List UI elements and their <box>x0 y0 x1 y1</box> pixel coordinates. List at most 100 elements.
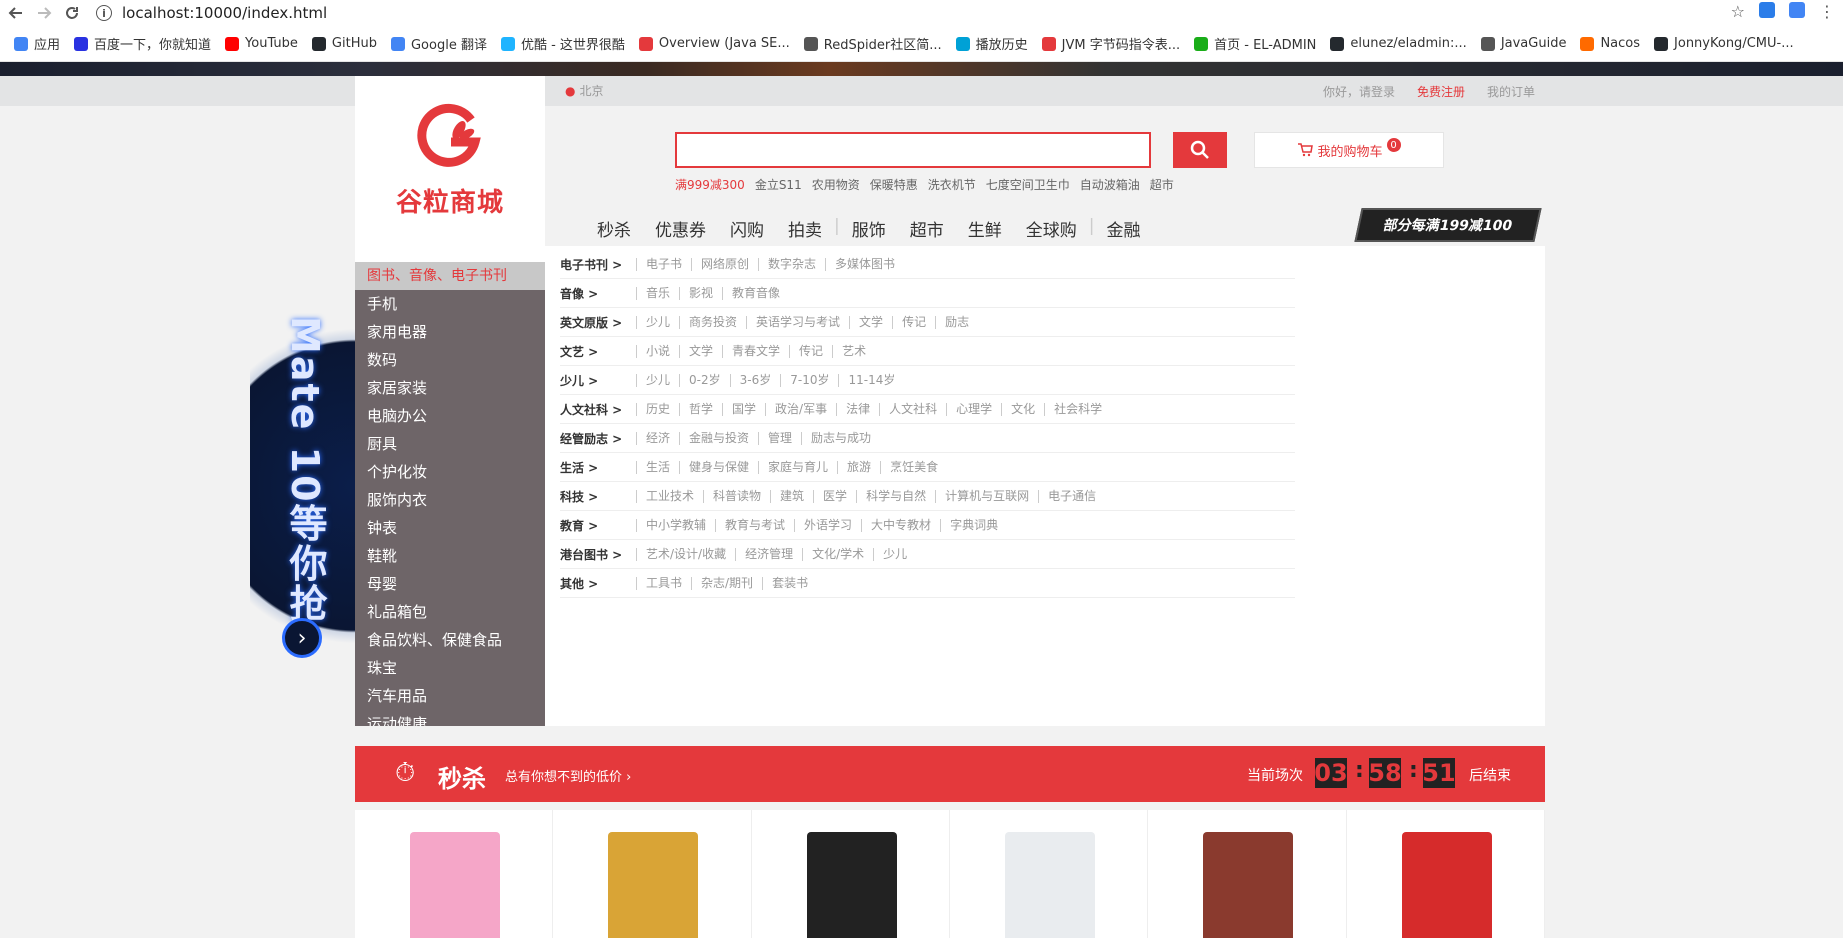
subcategory-link[interactable]: 健身与保健 <box>679 460 758 474</box>
subcategory-link[interactable]: 计算机与互联网 <box>935 489 1038 503</box>
subcategory-link[interactable]: 艺术 <box>832 344 875 358</box>
main-nav-item[interactable]: 全球购 <box>1014 216 1089 241</box>
subcategory-link[interactable]: 人文社科 <box>879 402 946 416</box>
subcategory-title[interactable]: 文艺 > <box>560 343 636 360</box>
subcategory-link[interactable]: 杂志/期刊 <box>691 576 762 590</box>
main-nav-item[interactable]: 超市 <box>898 216 956 241</box>
product-card[interactable] <box>553 810 752 938</box>
bookmark-item[interactable]: 播放历史 <box>955 34 1028 53</box>
extension-icon[interactable] <box>1759 2 1775 18</box>
bookmark-item[interactable]: JonnyKong/CMU-... <box>1654 36 1794 51</box>
subcategory-link[interactable]: 文学 <box>679 344 722 358</box>
reload-button[interactable] <box>60 1 84 25</box>
subcategory-link[interactable]: 心理学 <box>946 402 1001 416</box>
subcategory-link[interactable]: 多媒体图书 <box>825 257 904 271</box>
bookmark-item[interactable]: RedSpider社区简... <box>803 34 942 53</box>
login-link[interactable]: 你好，请登录 <box>1323 83 1395 100</box>
category-item[interactable]: 图书、音像、电子书刊 <box>355 262 545 290</box>
star-icon[interactable]: ☆ <box>1731 2 1745 21</box>
main-nav-item[interactable]: 闪购 <box>718 216 776 241</box>
subcategory-link[interactable]: 影视 <box>679 286 722 300</box>
category-item[interactable]: 家居家装 <box>355 374 545 402</box>
hotword-link[interactable]: 自动波箱油 <box>1080 176 1140 193</box>
translate-icon[interactable] <box>1789 2 1805 18</box>
promo-badge[interactable]: 部分每满199减100 <box>1354 208 1542 242</box>
main-nav-item[interactable]: 生鲜 <box>956 216 1014 241</box>
subcategory-link[interactable]: 经济管理 <box>735 547 802 561</box>
subcategory-link[interactable]: 中小学教辅 <box>636 518 715 532</box>
category-item[interactable]: 电脑办公 <box>355 402 545 430</box>
subcategory-link[interactable]: 数字杂志 <box>758 257 825 271</box>
bookmark-item[interactable]: elunez/eladmin:... <box>1330 36 1467 51</box>
forward-button[interactable] <box>32 1 56 25</box>
subcategory-title[interactable]: 英文原版 > <box>560 314 636 331</box>
subcategory-title[interactable]: 科技 > <box>560 488 636 505</box>
search-input[interactable] <box>675 132 1151 168</box>
subcategory-link[interactable]: 生活 <box>636 460 679 474</box>
category-item[interactable]: 珠宝 <box>355 654 545 682</box>
hotword-link[interactable]: 金立S11 <box>755 176 802 193</box>
subcategory-title[interactable]: 电子书刊 > <box>560 256 636 273</box>
subcategory-title[interactable]: 其他 > <box>560 575 636 592</box>
subcategory-link[interactable]: 音乐 <box>636 286 679 300</box>
subcategory-link[interactable]: 法律 <box>836 402 879 416</box>
subcategory-link[interactable]: 社会科学 <box>1044 402 1111 416</box>
subcategory-link[interactable]: 英语学习与考试 <box>746 315 849 329</box>
subcategory-link[interactable]: 网络原创 <box>691 257 758 271</box>
subcategory-link[interactable]: 字典词典 <box>940 518 1007 532</box>
subcategory-link[interactable]: 电子书 <box>636 257 691 271</box>
subcategory-link[interactable]: 家庭与育儿 <box>758 460 837 474</box>
subcategory-link[interactable]: 医学 <box>813 489 856 503</box>
subcategory-link[interactable]: 烹饪美食 <box>880 460 947 474</box>
subcategory-link[interactable]: 文化/学术 <box>802 547 873 561</box>
hotword-link[interactable]: 农用物资 <box>812 176 860 193</box>
subcategory-link[interactable]: 艺术/设计/收藏 <box>636 547 735 561</box>
subcategory-link[interactable]: 青春文学 <box>722 344 789 358</box>
subcategory-link[interactable]: 建筑 <box>770 489 813 503</box>
subcategory-link[interactable]: 文学 <box>849 315 892 329</box>
category-item[interactable]: 汽车用品 <box>355 682 545 710</box>
subcategory-link[interactable]: 教育与考试 <box>715 518 794 532</box>
main-nav-item[interactable]: 拍卖 <box>776 216 834 241</box>
bookmark-item[interactable]: YouTube <box>225 36 298 51</box>
subcategory-link[interactable]: 7-10岁 <box>780 373 838 387</box>
category-item[interactable]: 手机 <box>355 290 545 318</box>
category-item[interactable]: 运动健康 <box>355 710 545 726</box>
bookmark-item[interactable]: 优酷 - 这世界很酷 <box>500 34 625 53</box>
subcategory-title[interactable]: 生活 > <box>560 459 636 476</box>
product-card[interactable] <box>1347 810 1545 938</box>
product-card[interactable] <box>355 810 554 938</box>
subcategory-link[interactable]: 商务投资 <box>679 315 746 329</box>
seckill-subtitle[interactable]: 总有你想不到的低价 › <box>505 766 631 785</box>
category-item[interactable]: 食品饮料、保健食品 <box>355 626 545 654</box>
back-button[interactable] <box>4 1 28 25</box>
subcategory-link[interactable]: 电子通信 <box>1038 489 1105 503</box>
bookmark-item[interactable]: Google 翻译 <box>390 34 487 53</box>
subcategory-link[interactable]: 工业技术 <box>636 489 703 503</box>
subcategory-link[interactable]: 0-2岁 <box>679 373 730 387</box>
subcategory-link[interactable]: 政治/军事 <box>765 402 836 416</box>
subcategory-link[interactable]: 管理 <box>758 431 801 445</box>
category-item[interactable]: 厨具 <box>355 430 545 458</box>
hotword-link[interactable]: 七度空间卫生巾 <box>986 176 1070 193</box>
category-item[interactable]: 个护化妆 <box>355 458 545 486</box>
bookmark-item[interactable]: JVM 字节码指令表... <box>1041 34 1180 53</box>
subcategory-link[interactable]: 励志 <box>935 315 978 329</box>
subcategory-link[interactable]: 传记 <box>892 315 935 329</box>
subcategory-title[interactable]: 港台图书 > <box>560 546 636 563</box>
subcategory-link[interactable]: 科学与自然 <box>856 489 935 503</box>
subcategory-link[interactable]: 传记 <box>789 344 832 358</box>
subcategory-link[interactable]: 少儿 <box>636 373 679 387</box>
hero-banner[interactable]: Mate 10等你抢 › <box>250 246 355 726</box>
logo[interactable]: 谷粒商城 <box>385 102 515 219</box>
subcategory-link[interactable]: 励志与成功 <box>801 431 880 445</box>
subcategory-link[interactable]: 少儿 <box>873 547 916 561</box>
bookmark-item[interactable]: 首页 - EL-ADMIN <box>1194 34 1316 53</box>
product-card[interactable] <box>1148 810 1347 938</box>
subcategory-link[interactable]: 大中专教材 <box>861 518 940 532</box>
bookmark-item[interactable]: GitHub <box>311 36 377 51</box>
category-item[interactable]: 鞋靴 <box>355 542 545 570</box>
subcategory-link[interactable]: 小说 <box>636 344 679 358</box>
hotword-link[interactable]: 洗衣机节 <box>928 176 976 193</box>
category-item[interactable]: 钟表 <box>355 514 545 542</box>
